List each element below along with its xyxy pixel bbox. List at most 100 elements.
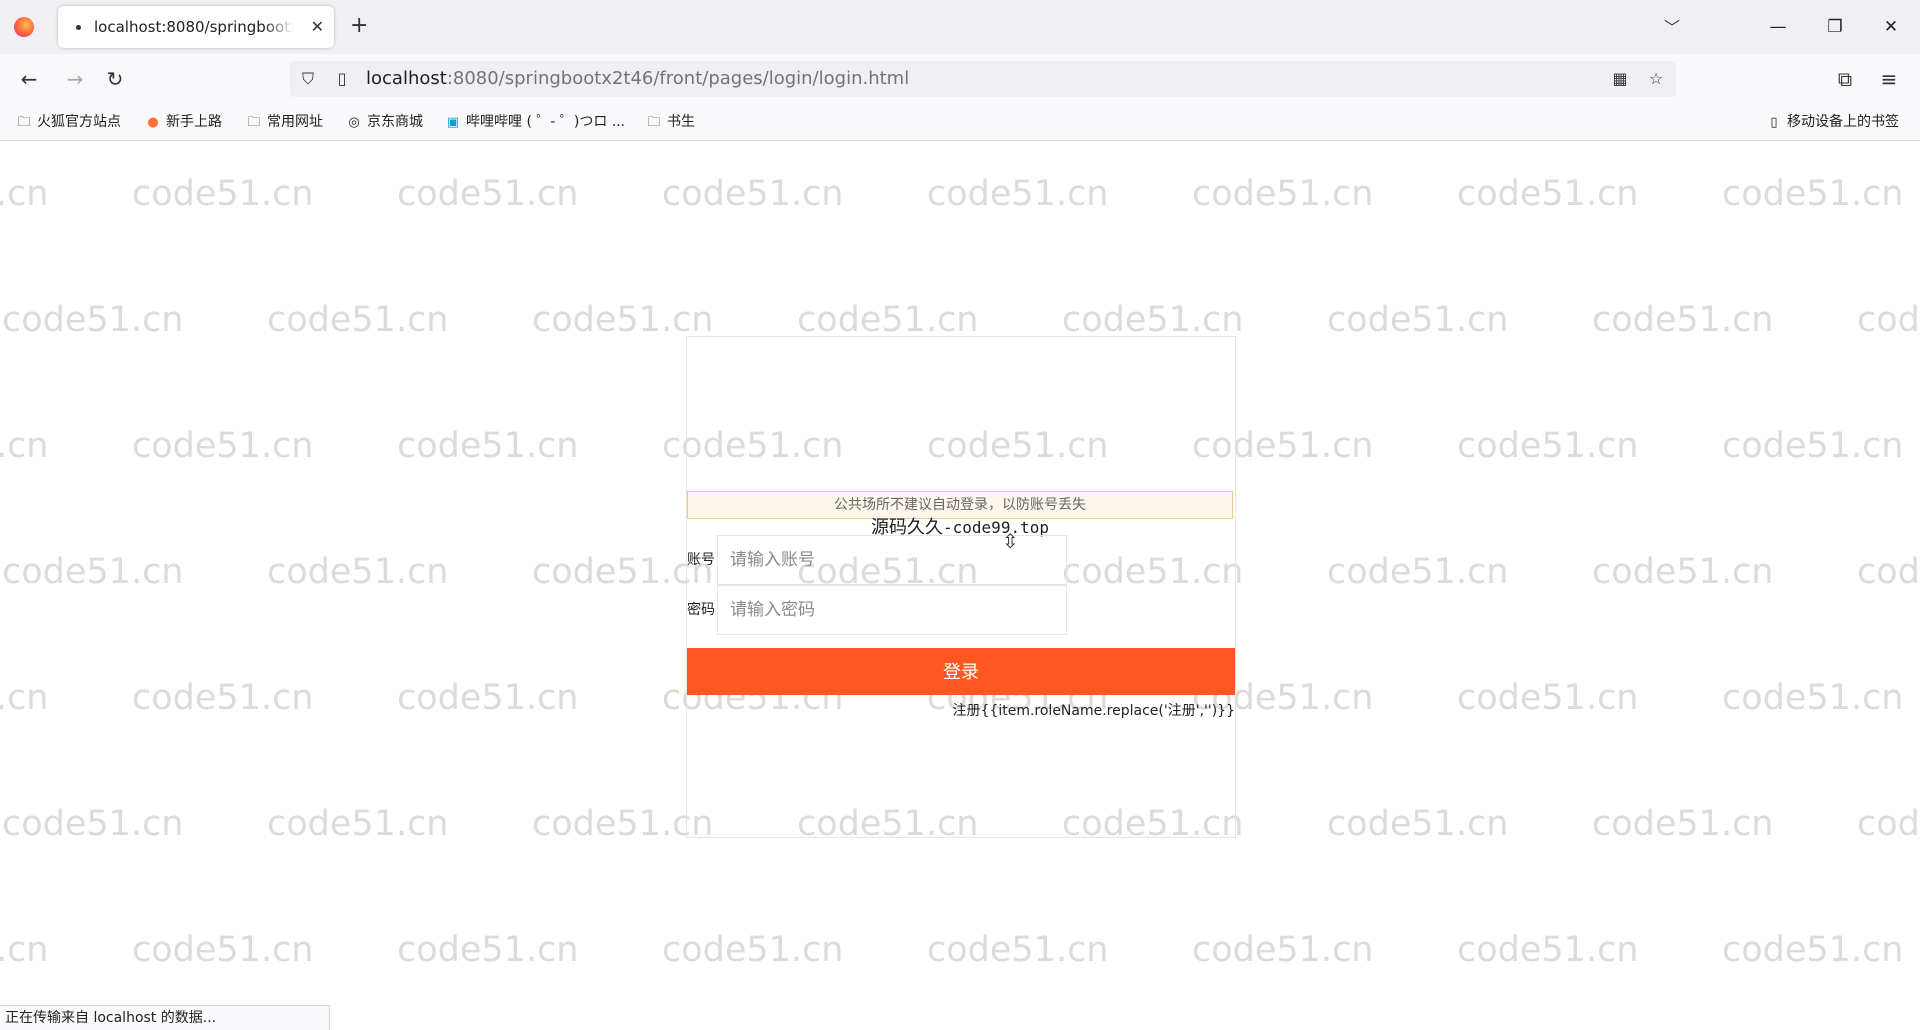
watermark-text: code51.cn bbox=[1592, 300, 1774, 340]
url-host: localhost bbox=[366, 68, 447, 89]
watermark-row: code51.cn code51.cn code51.cn code51.cn code… bbox=[0, 300, 1920, 340]
url-text[interactable]: localhost:8080/springbootx2t46/front/pag… bbox=[366, 68, 909, 90]
watermark-text: code51.cn bbox=[927, 930, 1109, 970]
watermark-text: code51.cn bbox=[1592, 552, 1774, 592]
watermark-text: code51.cn bbox=[1062, 300, 1244, 340]
watermark-text: code51.cn bbox=[662, 930, 844, 970]
register-link[interactable]: 注册{{item.roleName.replace('注册','')}} bbox=[953, 702, 1235, 720]
tab-title: localhost:8080/springbootx2t46/front/pag… bbox=[94, 18, 294, 36]
page-icon[interactable]: ▯ bbox=[330, 67, 354, 91]
new-tab-icon[interactable]: + bbox=[350, 12, 368, 40]
firefox-icon: ● bbox=[147, 115, 159, 130]
login-card: 公共场所不建议自动登录，以防账号丢失 源码久久-code99.top 账号 密码… bbox=[686, 336, 1236, 838]
watermark-text: code51.cn bbox=[1192, 174, 1374, 214]
shield-icon[interactable]: ⛉ bbox=[296, 67, 320, 91]
text-cursor-icon: ⇳ bbox=[1002, 529, 1019, 553]
watermark-text: code51.cn bbox=[2, 552, 184, 592]
watermark-text: code51.cn bbox=[267, 804, 449, 844]
login-button[interactable]: 登录 bbox=[687, 648, 1235, 695]
account-label: 账号 bbox=[687, 552, 715, 568]
watermark-text: code51.cn bbox=[1327, 300, 1509, 340]
bookmark-item[interactable]: ◎ 京东商城 bbox=[346, 112, 423, 132]
tab-close-icon[interactable]: ✕ bbox=[311, 17, 324, 37]
watermark-text: code51.cn bbox=[132, 678, 314, 718]
watermark-text: code51.cn bbox=[132, 426, 314, 466]
watermark-text: code51.cn bbox=[1857, 300, 1920, 340]
close-window-icon[interactable]: ✕ bbox=[1871, 12, 1911, 42]
watermark-text: code51.cn bbox=[0, 930, 49, 970]
watermark-text: code51.cn bbox=[0, 174, 49, 214]
chevron-down-icon[interactable]: ﹀ bbox=[1664, 14, 1680, 38]
watermark-text: code51.cn bbox=[1457, 678, 1639, 718]
watermark-text: code51.cn bbox=[397, 174, 579, 214]
bookmark-item[interactable]: 🗀 常用网址 bbox=[246, 112, 323, 132]
watermark-text: code51.cn bbox=[1722, 426, 1904, 466]
restore-icon[interactable]: ❐ bbox=[1815, 12, 1855, 42]
watermark-text: code51.cn bbox=[1457, 930, 1639, 970]
watermark-text: code51.cn bbox=[1457, 174, 1639, 214]
page-content: code51.cn code51.cn code51.cn code51.cn code… bbox=[0, 141, 1920, 1005]
watermark-text: code51.cn bbox=[1722, 678, 1904, 718]
watermark-text: code51.cn bbox=[797, 300, 979, 340]
loading-dot-icon bbox=[76, 25, 81, 30]
watermark-text: code51.cn bbox=[267, 300, 449, 340]
folder-icon: 🗀 bbox=[247, 115, 261, 130]
navigation-toolbar: ← → ↻ ⛉ ▯ localhost:8080/springbootx2t46… bbox=[0, 54, 1920, 104]
watermark-text: code51.cn bbox=[1857, 552, 1920, 592]
watermark-text: code51.cn bbox=[132, 174, 314, 214]
qr-code-icon[interactable]: ▦ bbox=[1608, 67, 1632, 91]
bookmark-item[interactable]: 🗀 书生 bbox=[646, 112, 695, 132]
watermark-text: code51.cn bbox=[397, 426, 579, 466]
mobile-device-icon: ▯ bbox=[1770, 115, 1778, 130]
watermark-text: code51.cn bbox=[0, 426, 49, 466]
watermark-text: code51.cn bbox=[2, 804, 184, 844]
watermark-text: code51.cn bbox=[267, 552, 449, 592]
watermark-text: code51.cn bbox=[1192, 930, 1374, 970]
bilibili-icon: ▣ bbox=[446, 115, 460, 130]
watermark-text: code51.cn bbox=[397, 678, 579, 718]
watermark-row: code51.cn code51.cn code51.cn code51.cn code… bbox=[0, 930, 1920, 970]
bookmark-item[interactable]: ● 新手上路 bbox=[145, 112, 222, 132]
watermark-text: code51.cn bbox=[1327, 804, 1509, 844]
password-input[interactable] bbox=[717, 585, 1067, 635]
minimize-icon[interactable]: — bbox=[1758, 12, 1798, 42]
watermark-text: code51.cn bbox=[927, 174, 1109, 214]
folder-icon: 🗀 bbox=[647, 115, 661, 130]
bookmark-label: 京东商城 bbox=[367, 114, 423, 130]
watermark-text: code51.cn bbox=[1722, 174, 1904, 214]
watermark-text: code51.cn bbox=[2, 300, 184, 340]
watermark-text: code51.cn bbox=[1327, 552, 1509, 592]
back-icon[interactable]: ← bbox=[16, 66, 42, 92]
url-bar[interactable]: ⛉ ▯ localhost:8080/springbootx2t46/front… bbox=[290, 61, 1676, 97]
menu-icon[interactable]: ≡ bbox=[1876, 66, 1902, 92]
bookmark-item[interactable]: 🗀 火狐官方站点 bbox=[16, 112, 121, 132]
watermark-text: code51.cn bbox=[397, 930, 579, 970]
watermark-text: code51.cn bbox=[532, 300, 714, 340]
forward-icon[interactable]: → bbox=[62, 66, 88, 92]
mobile-bookmarks[interactable]: ▯ 移动设备上的书签 bbox=[1766, 112, 1899, 132]
bookmark-label: 书生 bbox=[667, 114, 695, 130]
password-label: 密码 bbox=[687, 602, 715, 618]
firefox-logo-icon[interactable] bbox=[14, 17, 34, 37]
bookmark-label: 移动设备上的书签 bbox=[1787, 114, 1899, 130]
watermark-row: code51.cn code51.cn code51.cn code51.cn code… bbox=[0, 174, 1920, 214]
watermark-text: code51.cn bbox=[1592, 804, 1774, 844]
bookmark-label: 新手上路 bbox=[166, 114, 222, 130]
extensions-icon[interactable]: ⧉ bbox=[1832, 66, 1858, 92]
status-bar: 正在传输来自 localhost 的数据... bbox=[0, 1005, 330, 1030]
folder-icon: 🗀 bbox=[17, 115, 31, 130]
bookmark-label: 常用网址 bbox=[267, 114, 323, 130]
watermark-text: code51.cn bbox=[1857, 804, 1920, 844]
reload-icon[interactable]: ↻ bbox=[102, 66, 128, 92]
bookmarks-toolbar: 🗀 火狐官方站点 ● 新手上路 🗀 常用网址 ◎ 京东商城 ▣ 哔哩哔哩 ( ゜- ゜)つ… bbox=[0, 104, 1920, 141]
bookmark-label: 火狐官方站点 bbox=[37, 114, 121, 130]
url-path: :8080/springbootx2t46/front/pages/login/… bbox=[446, 68, 910, 89]
watermark-text: code51.cn bbox=[132, 930, 314, 970]
watermark-text: code51.cn bbox=[1722, 930, 1904, 970]
tab-strip: localhost:8080/springbootx2t46/front/pag… bbox=[0, 0, 1920, 54]
star-icon[interactable]: ☆ bbox=[1644, 67, 1668, 91]
active-tab[interactable]: localhost:8080/springbootx2t46/front/pag… bbox=[58, 6, 334, 48]
globe-icon: ◎ bbox=[348, 115, 360, 130]
watermark-text: code51.cn bbox=[662, 174, 844, 214]
bookmark-item[interactable]: ▣ 哔哩哔哩 ( ゜- ゜)つロ ... bbox=[445, 112, 625, 132]
